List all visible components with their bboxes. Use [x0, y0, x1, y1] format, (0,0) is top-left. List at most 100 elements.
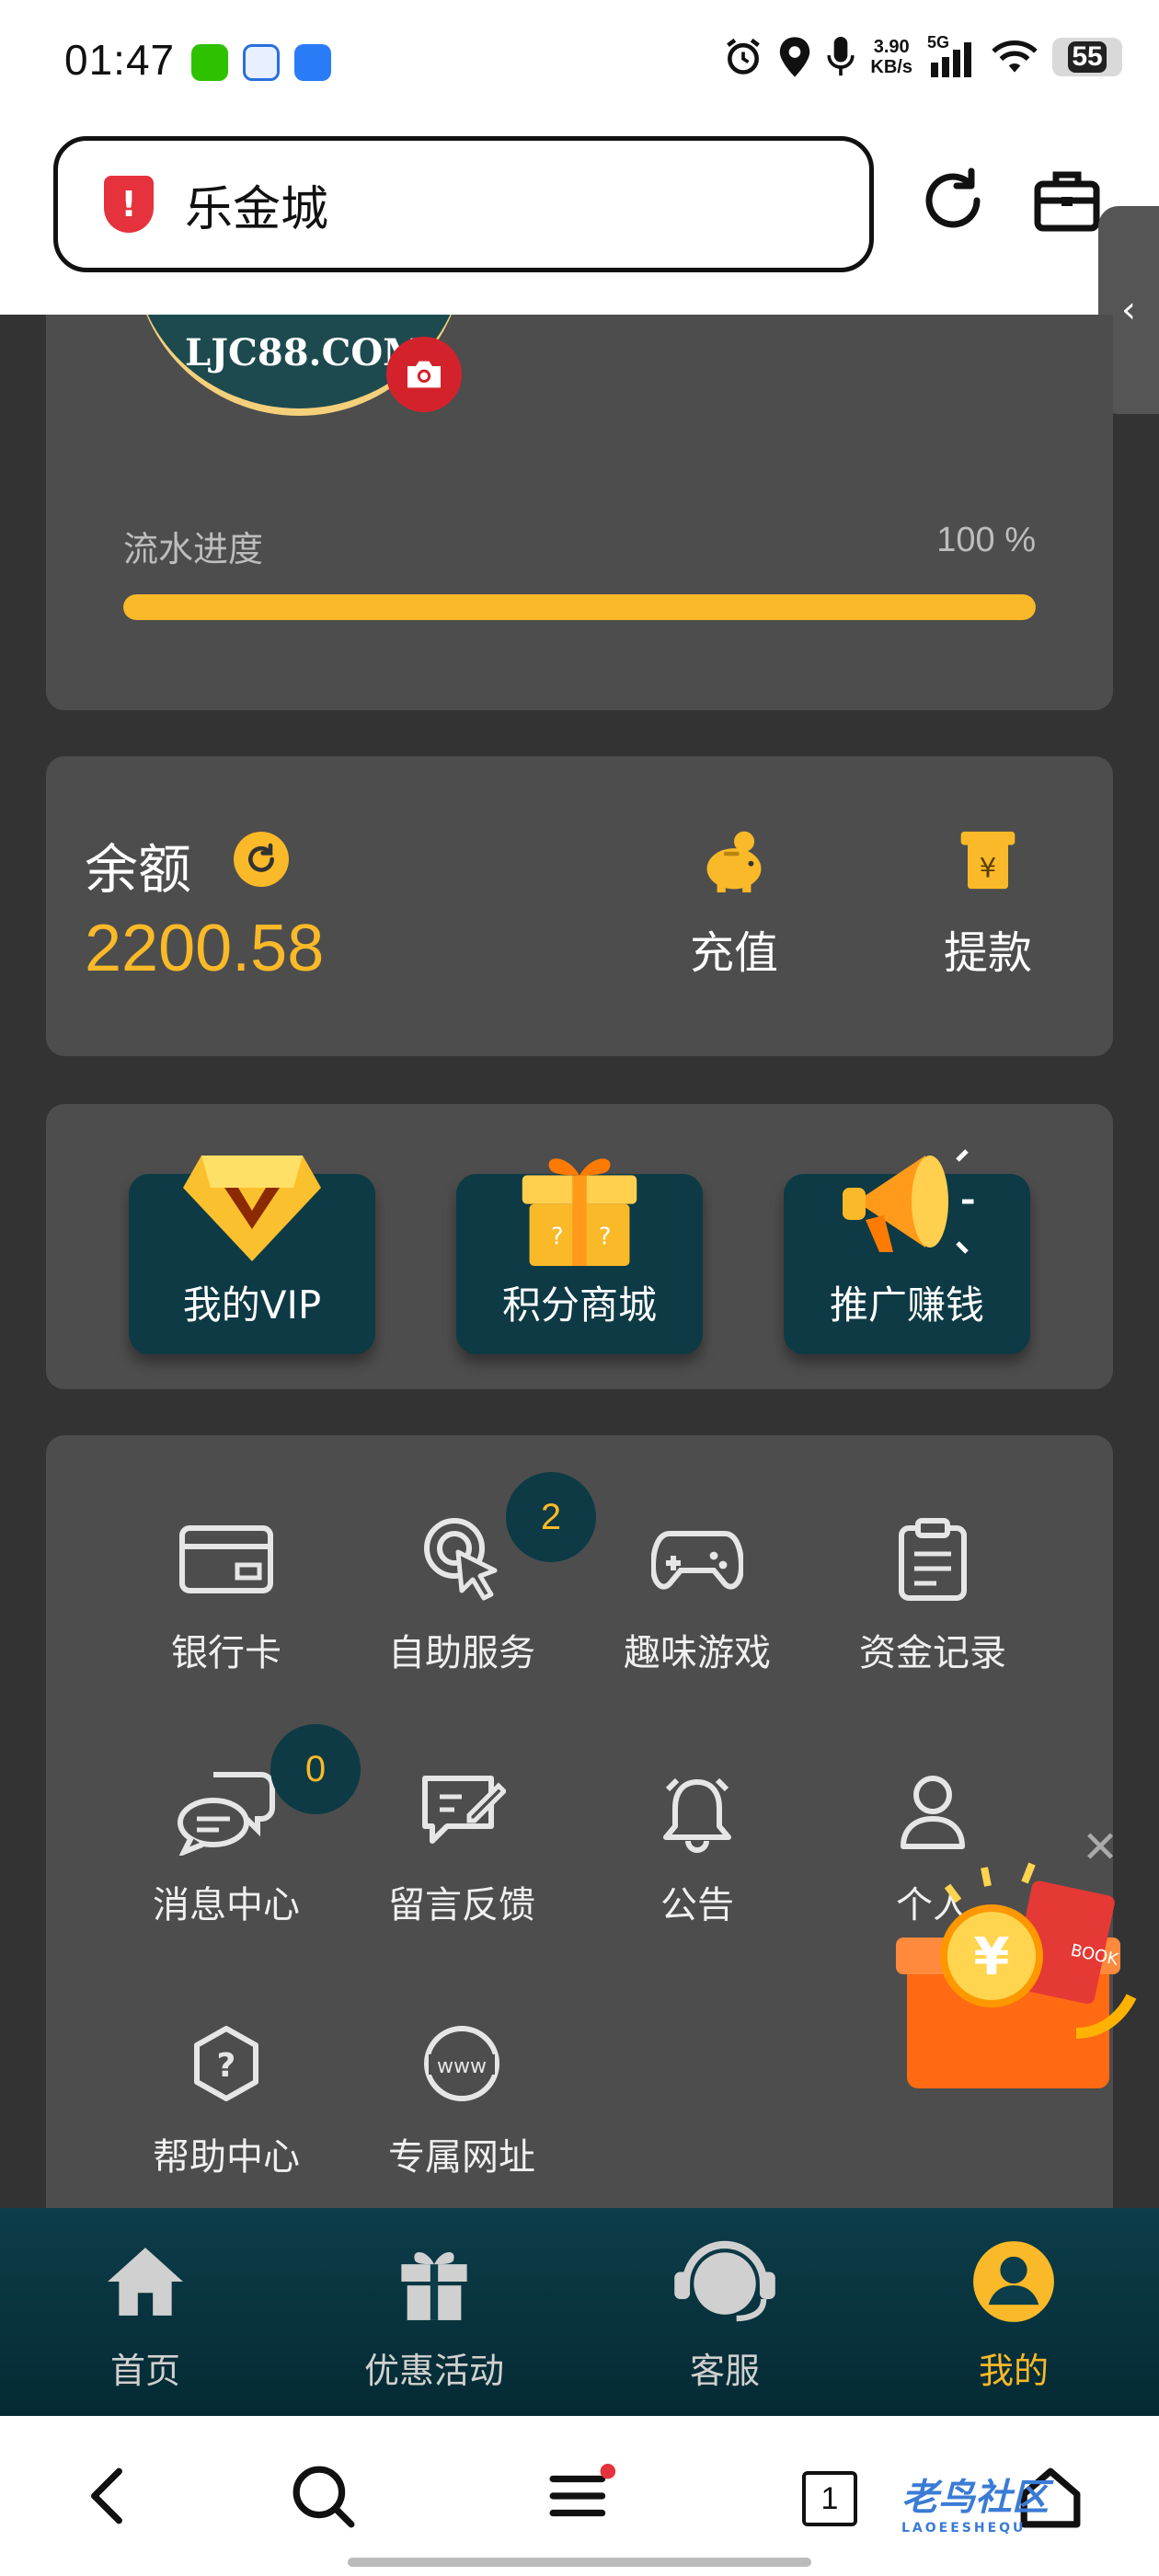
watermark: 老鸟社区 LAOEESHEQU [901, 2467, 1049, 2536]
refresh-balance-icon[interactable] [234, 832, 289, 887]
app-notification-icon [243, 44, 280, 81]
menu-item-fund-records[interactable]: 资金记录 [832, 1509, 1034, 1676]
headset-icon [674, 2240, 775, 2322]
clipboard-icon [899, 1518, 967, 1601]
home-icon [108, 2248, 183, 2316]
battery-level: 55 [1068, 41, 1107, 73]
nav-promotions[interactable]: 优惠活动 [333, 2236, 535, 2393]
menu-label: 专属网址 [388, 2136, 535, 2179]
watermark-subtext: LAOEESHEQU [901, 2521, 1027, 2536]
points-mall-label: 积分商城 [501, 1282, 657, 1328]
reload-icon[interactable] [916, 164, 990, 237]
alarm-icon [727, 38, 761, 75]
camera-button[interactable] [386, 337, 462, 412]
cell-signal-icon: 5G [927, 33, 977, 77]
balance-amount: 2200.58 [85, 912, 325, 985]
deposit-label: 充值 [689, 927, 778, 979]
wifi-icon [992, 40, 1038, 73]
address-bar[interactable]: ! 乐金城 [53, 136, 874, 272]
nav-label: 我的 [978, 2351, 1049, 2391]
bank-card-icon [179, 1525, 273, 1593]
menu-item-exclusive-url[interactable]: www 专属网址 [361, 2013, 563, 2180]
back-icon[interactable] [85, 2464, 131, 2528]
vip-button[interactable]: 我的VIP [129, 1156, 375, 1354]
nav-home[interactable]: 首页 [44, 2236, 247, 2393]
points-mall-button[interactable]: ?? 积分商城 [456, 1158, 703, 1354]
megaphone-icon [843, 1149, 974, 1254]
status-bar: 01:47 3.90 KB/s 5G 55 [0, 0, 1159, 125]
svg-text:¥: ¥ [980, 852, 997, 883]
svg-text:?: ? [217, 2047, 236, 2085]
floating-promo[interactable]: BOOK ¥ [874, 1849, 1141, 2098]
status-time: 01:47 [64, 36, 176, 84]
menu-label: 帮助中心 [153, 2136, 300, 2179]
withdraw-label: 提款 [943, 927, 1032, 979]
speed-unit: KB/s [870, 57, 912, 77]
nav-label: 客服 [689, 2351, 760, 2391]
menu-label: 自助服务 [388, 1632, 535, 1674]
withdraw-button[interactable]: ¥ 提款 [924, 828, 1052, 981]
progress-percent: 100 % [936, 521, 1036, 559]
menu-label: 银行卡 [171, 1632, 281, 1674]
chevron-left-icon: ‹ [1121, 289, 1136, 331]
shield-glyph: ! [120, 184, 137, 224]
menu-icon[interactable] [546, 2464, 616, 2528]
progress-label: 流水进度 [123, 529, 264, 569]
svg-text:www: www [437, 2055, 487, 2078]
menu-item-announcements[interactable]: 公告 [596, 1761, 798, 1928]
nav-label: 优惠活动 [363, 2351, 504, 2391]
battery-icon: 55 [1052, 38, 1122, 76]
watermark-text: 老鸟社区 [901, 2477, 1049, 2519]
menu-label: 资金记录 [859, 1632, 1006, 1674]
svg-text:?: ? [599, 1224, 612, 1251]
gift-icon [401, 2251, 467, 2320]
red-envelope-gift-icon: BOOK ¥ [896, 1862, 1137, 2088]
menu-item-feedback[interactable]: 留言反馈 [361, 1761, 563, 1928]
self-service-badge: 2 [506, 1472, 596, 1562]
home-indicator[interactable] [348, 2558, 811, 2567]
bell-icon [663, 1777, 731, 1853]
referral-label: 推广赚钱 [829, 1282, 984, 1328]
menu-item-bank-card[interactable]: 银行卡 [125, 1509, 327, 1676]
svg-text:?: ? [551, 1224, 564, 1251]
withdraw-yen-icon: ¥ [960, 831, 1016, 890]
microphone-icon [827, 37, 855, 76]
deposit-button[interactable]: 充值 [670, 828, 798, 981]
menu-item-help[interactable]: ? 帮助中心 [125, 2013, 327, 2180]
speed-value: 3.90 [873, 37, 910, 57]
help-icon: ? [194, 2026, 258, 2101]
chat-bubbles-icon [178, 1772, 275, 1856]
vip-label: 我的VIP [182, 1282, 322, 1328]
messages-badge: 0 [270, 1724, 361, 1814]
toolbox-icon[interactable] [1030, 164, 1104, 237]
tabs-button[interactable]: 1 [802, 2471, 857, 2526]
profile-icon [973, 2241, 1054, 2322]
self-service-icon [424, 1518, 498, 1601]
address-text[interactable]: 乐金城 [185, 170, 328, 239]
tab-count: 1 [820, 2480, 839, 2516]
browser-toolbar: ! 乐金城 [0, 125, 1159, 315]
location-icon [780, 37, 810, 77]
menu-label: 公告 [660, 1884, 734, 1926]
vip-diamond-icon [183, 1156, 321, 1261]
cloud-app-icon [294, 44, 331, 81]
nav-my-account[interactable]: 我的 [912, 2236, 1115, 2393]
camera-icon [407, 361, 441, 388]
promo-currency-glyph: ¥ [974, 1927, 1010, 1987]
bottom-nav: 首页 优惠活动 客服 我的 [0, 2208, 1159, 2416]
user-icon [901, 1776, 965, 1849]
feedback-icon [422, 1776, 506, 1844]
search-icon[interactable] [291, 2464, 355, 2528]
piggy-bank-icon [706, 831, 762, 892]
wechat-icon [191, 44, 228, 81]
referral-button[interactable]: 推广赚钱 [784, 1149, 1030, 1354]
progress-fill [123, 594, 1036, 620]
menu-label: 消息中心 [153, 1884, 300, 1926]
network-speed: 3.90 KB/s [870, 37, 912, 77]
menu-item-games[interactable]: 趣味游戏 [596, 1509, 798, 1676]
nav-customer-service[interactable]: 客服 [624, 2236, 826, 2393]
progress-bar [123, 594, 1036, 620]
gift-box-icon: ?? [522, 1158, 637, 1266]
security-shield-icon[interactable]: ! [104, 176, 154, 233]
www-globe-icon: www [424, 2026, 499, 2101]
